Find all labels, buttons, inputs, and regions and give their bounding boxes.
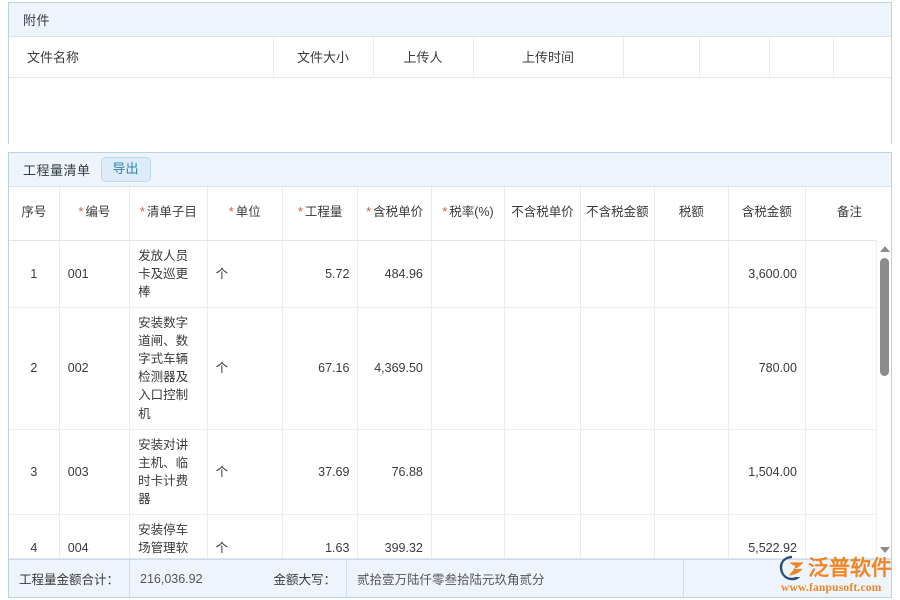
table-row[interactable]: 4 004 安装停车场管理软件并调试 个 1.63 399.32 5,522.9… [9, 515, 891, 559]
cell-code: 004 [59, 515, 129, 559]
cell-price-tax: 484.96 [358, 240, 431, 307]
scrollbar-thumb[interactable] [880, 258, 889, 376]
boq-col-amount-no-tax: 不含税金额 [580, 187, 654, 240]
required-mark-qty: * [298, 205, 303, 219]
required-mark-price: * [366, 205, 371, 219]
cell-price-notax [505, 429, 580, 515]
cell-seq: 1 [9, 240, 59, 307]
cell-qty: 5.72 [283, 240, 358, 307]
cell-tax-amount [655, 307, 728, 429]
attachment-col-filesize: 文件大小 [273, 37, 373, 77]
cell-tax-amount [655, 240, 728, 307]
cell-price-notax [505, 240, 580, 307]
boq-col-item: *清单子目 [130, 187, 207, 240]
cell-item: 发放人员卡及巡更棒 [130, 240, 207, 307]
boq-col-tax-rate: *税率(%) [431, 187, 504, 240]
cell-price-notax [505, 307, 580, 429]
cell-tax-rate [431, 429, 504, 515]
cell-tax-rate [431, 515, 504, 559]
cell-price-tax: 76.88 [358, 429, 431, 515]
cell-amount-tax: 5,522.92 [728, 515, 805, 559]
attachment-col-extra-3 [769, 37, 833, 77]
cell-price-tax: 4,369.50 [358, 307, 431, 429]
cell-tax-rate [431, 307, 504, 429]
attachment-col-uploader: 上传人 [373, 37, 473, 77]
page-root: 附件 文件名称 文件大小 上传人 上传时间 [0, 0, 900, 600]
total-amount-label: 工程量金额合计： [9, 560, 129, 597]
cell-tax-amount [655, 429, 728, 515]
required-mark-rate: * [442, 205, 447, 219]
boq-col-unit: *单位 [207, 187, 282, 240]
attachment-col-uploadtime: 上传时间 [473, 37, 623, 77]
attachment-empty-body [9, 78, 891, 144]
cell-code: 001 [59, 240, 129, 307]
attachment-header-row: 文件名称 文件大小 上传人 上传时间 [9, 37, 891, 77]
cell-unit: 个 [207, 307, 282, 429]
boq-grid-wrapper: *序号 *编号 *清单子目 *单位 *工程量 *含税单价 *税率(%) 不含税单… [9, 187, 891, 559]
attachment-title: 附件 [23, 10, 50, 29]
cell-price-notax [505, 515, 580, 559]
boq-col-code: *编号 [59, 187, 129, 240]
cell-seq: 3 [9, 429, 59, 515]
boq-col-tax-amount: 税额 [655, 187, 728, 240]
export-button[interactable]: 导出 [101, 157, 151, 182]
cell-amount-notax [580, 307, 654, 429]
table-row[interactable]: 1 001 发放人员卡及巡更棒 个 5.72 484.96 3,600.00 [9, 240, 891, 307]
cell-seq: 2 [9, 307, 59, 429]
boq-col-remark: 备注 [805, 187, 891, 240]
cell-amount-tax: 780.00 [728, 307, 805, 429]
footer-spacer [683, 560, 891, 597]
cell-unit: 个 [207, 515, 282, 559]
boq-title: 工程量清单 [23, 160, 91, 179]
cell-code: 002 [59, 307, 129, 429]
boq-panel: 工程量清单 导出 *序号 *编号 *清单子目 *单位 *工程量 [8, 152, 892, 598]
cell-qty: 67.16 [283, 307, 358, 429]
attachment-table: 文件名称 文件大小 上传人 上传时间 [9, 37, 891, 78]
required-mark-code: * [79, 205, 84, 219]
required-mark-item: * [140, 205, 145, 219]
boq-col-price-with-tax: *含税单价 [358, 187, 431, 240]
capital-amount-label: 金额大写： [221, 560, 346, 597]
cell-seq: 4 [9, 515, 59, 559]
boq-table: *序号 *编号 *清单子目 *单位 *工程量 *含税单价 *税率(%) 不含税单… [9, 187, 891, 559]
cell-item: 安装对讲主机、临时卡计费器 [130, 429, 207, 515]
table-row[interactable]: 2 002 安装数字道闸、数字式车辆检测器及入口控制机 个 67.16 4,36… [9, 307, 891, 429]
cell-item: 安装停车场管理软件并调试 [130, 515, 207, 559]
capital-amount-value: 贰拾壹万陆仟零叁拾陆元玖角贰分 [346, 560, 683, 597]
boq-panel-header: 工程量清单 导出 [9, 153, 891, 187]
boq-col-price-no-tax: 不含税单价 [505, 187, 580, 240]
cell-amount-notax [580, 240, 654, 307]
total-amount-value: 216,036.92 [129, 560, 221, 597]
cell-code: 003 [59, 429, 129, 515]
cell-unit: 个 [207, 240, 282, 307]
attachment-col-extra-4 [833, 37, 891, 77]
boq-col-seq: *序号 [9, 187, 59, 240]
cell-amount-tax: 1,504.00 [728, 429, 805, 515]
cell-price-tax: 399.32 [358, 515, 431, 559]
cell-tax-rate [431, 240, 504, 307]
boq-col-qty: *工程量 [283, 187, 358, 240]
boq-footer-bar: 工程量金额合计： 216,036.92 金额大写： 贰拾壹万陆仟零叁拾陆元玖角贰… [9, 559, 891, 597]
cell-amount-notax [580, 515, 654, 559]
cell-amount-notax [580, 429, 654, 515]
attachment-col-extra-1 [623, 37, 699, 77]
required-mark-unit: * [229, 205, 234, 219]
boq-header-row: *序号 *编号 *清单子目 *单位 *工程量 *含税单价 *税率(%) 不含税单… [9, 187, 891, 240]
cell-qty: 37.69 [283, 429, 358, 515]
attachment-col-filename: 文件名称 [9, 37, 273, 77]
attachment-panel-header: 附件 [9, 3, 891, 37]
attachment-panel: 附件 文件名称 文件大小 上传人 上传时间 [8, 2, 892, 144]
cell-item: 安装数字道闸、数字式车辆检测器及入口控制机 [130, 307, 207, 429]
cell-unit: 个 [207, 429, 282, 515]
cell-amount-tax: 3,600.00 [728, 240, 805, 307]
boq-col-amount-with-tax: 含税金额 [728, 187, 805, 240]
boq-table-body: 1 001 发放人员卡及巡更棒 个 5.72 484.96 3,600.00 [9, 240, 891, 559]
scroll-down-arrow-icon[interactable] [878, 543, 891, 556]
cell-qty: 1.63 [283, 515, 358, 559]
scroll-up-arrow-icon[interactable] [878, 242, 891, 255]
vertical-scrollbar[interactable] [876, 240, 891, 558]
cell-tax-amount [655, 515, 728, 559]
attachment-col-extra-2 [699, 37, 769, 77]
table-row[interactable]: 3 003 安装对讲主机、临时卡计费器 个 37.69 76.88 1,504.… [9, 429, 891, 515]
